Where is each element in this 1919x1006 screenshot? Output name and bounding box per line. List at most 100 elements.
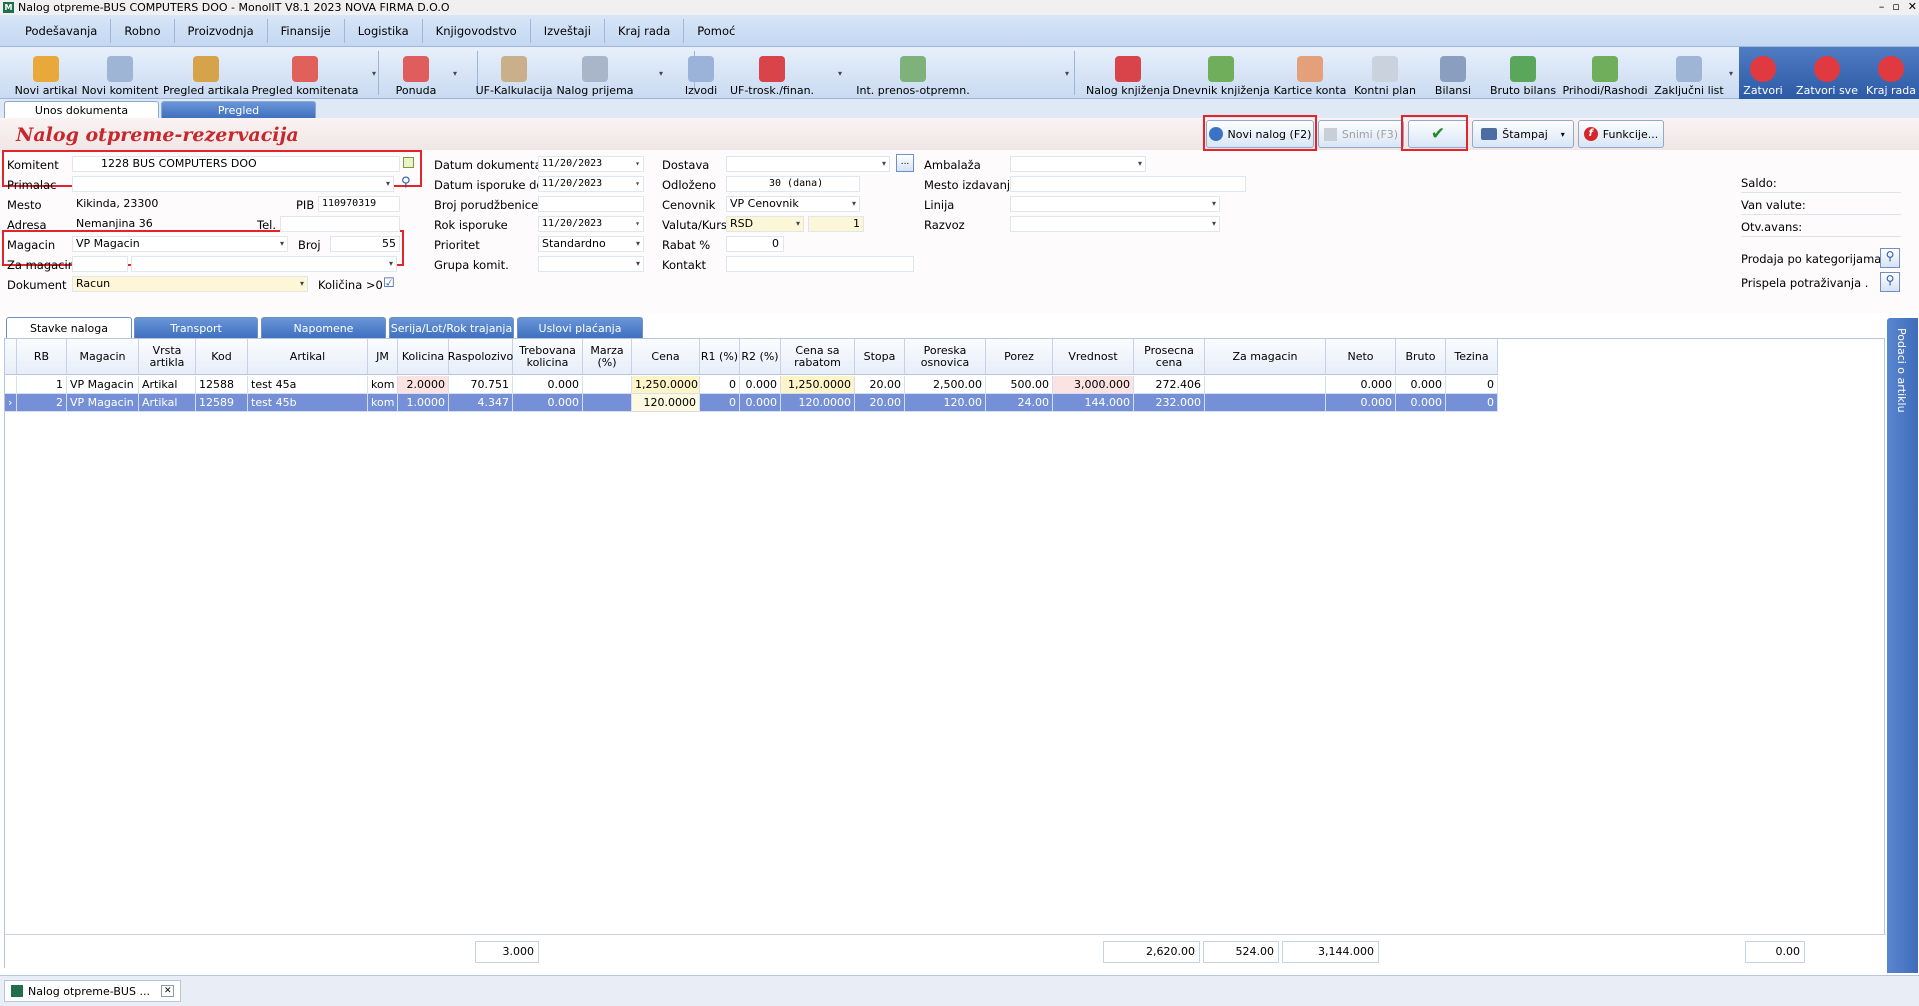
kontakt-input[interactable] [726,256,914,272]
razvoz-select[interactable]: ▾ [1010,216,1220,232]
close-tab-button[interactable]: ✕ [160,985,175,997]
valuta-select[interactable]: RSD ▾ [726,216,804,232]
toolbar-articles-button[interactable]: Pregled artikala [162,49,250,97]
table-cell[interactable]: 0 [1446,376,1498,394]
toolbar-statement-button[interactable]: Izvodi [674,49,728,97]
toolbar-cards-button[interactable]: Kartice konta [1272,49,1348,97]
menu-knjigovodstvo[interactable]: Knjigovodstvo [423,18,531,43]
menu-logistika[interactable]: Logistika [345,18,423,43]
minimize-button[interactable]: – [1879,0,1885,13]
table-cell[interactable]: Artikal [139,376,196,394]
column-header[interactable]: Bruto [1396,339,1446,374]
rok-isporuke-input[interactable]: 11/20/2023 ▾ [538,216,644,232]
table-cell[interactable]: 0.000 [1396,376,1446,394]
table-cell[interactable]: 120.0000 [781,394,855,412]
table-cell[interactable]: 20.00 [855,394,905,412]
toolbar-pie-button[interactable]: Bruto bilans [1488,49,1558,97]
toolbar-balance-button[interactable]: Bilansi [1428,49,1478,97]
prioritet-select[interactable]: Standardno ▾ [538,236,644,252]
table-cell[interactable]: 232.000 [1134,394,1205,412]
column-header[interactable]: R1 (%) [700,339,740,374]
datum-dokumenta-input[interactable]: 11/20/2023 ▾ [538,156,644,172]
chevron-down-icon[interactable]: ▾ [1065,69,1069,78]
toolbar-transfer-button[interactable]: Int. prenos-otpremn. [823,49,1003,97]
column-header[interactable]: Za magacin [1205,339,1326,374]
komitent-input[interactable]: 1228 BUS COMPUTERS DOO [72,156,400,172]
table-cell[interactable]: 120.0000 [632,394,700,412]
print-button[interactable]: Štampaj ▾ [1472,120,1574,148]
table-cell[interactable]: 0 [700,376,740,394]
search-icon[interactable]: ⚲ [401,175,411,190]
column-header[interactable]: Porez [986,339,1053,374]
chevron-down-icon[interactable]: ▾ [453,69,457,78]
column-header[interactable]: Prosecna cena [1134,339,1205,374]
table-cell[interactable]: kom [368,394,398,412]
dostava-select[interactable]: ▾ [726,156,890,172]
toolbar-box-button[interactable]: Novi artikal [6,49,86,97]
table-cell[interactable]: VP Magacin [67,394,139,412]
info-icon[interactable] [403,157,414,168]
table-cell[interactable] [1205,376,1326,394]
tab-pregled[interactable]: Pregled [161,101,316,118]
kurs-input[interactable]: 1 [808,216,864,232]
tab-unos-dokumenta[interactable]: Unos dokumenta [4,101,159,118]
table-cell[interactable]: 4.347 [449,394,513,412]
mesto-izdavanja-input[interactable] [1010,176,1246,192]
column-header[interactable]: Neto [1326,339,1396,374]
rabat-input[interactable]: 0 [726,236,784,252]
toolbar-cost-button[interactable]: UF-trosk./finan. [721,49,823,97]
column-header[interactable]: Vrednost [1053,339,1134,374]
close-window-button[interactable]: ✕ [1908,0,1917,13]
toolbar-offer-button[interactable]: Ponuda [384,49,448,97]
tab-transport[interactable]: Transport [134,317,258,338]
row-indicator[interactable] [5,376,17,394]
chevron-down-icon[interactable]: ▾ [659,69,663,78]
table-cell[interactable]: kom [368,376,398,394]
table-cell[interactable]: 144.000 [1053,394,1134,412]
dostava-browse-button[interactable]: ... [896,154,914,172]
za-magacin-code[interactable] [72,256,128,272]
table-cell[interactable]: 24.00 [986,394,1053,412]
menu-robno[interactable]: Robno [111,18,175,43]
column-header[interactable]: Vrsta artikla [139,339,196,374]
menu-kraj-rada[interactable]: Kraj rada [605,18,685,43]
table-cell[interactable]: 0.000 [513,394,583,412]
ambalaza-select[interactable]: ▾ [1010,156,1146,172]
table-cell[interactable] [583,376,632,394]
column-header[interactable]: Trebovana kolicina [513,339,583,374]
table-row[interactable]: 1 VP Magacin Artikal 12588 test 45a kom 2.0000… [5,376,1498,394]
item-details-panel[interactable]: Podaci o artiklu [1887,318,1918,973]
column-header[interactable]: Raspolozivo [448,339,513,374]
toolbar-sheet-button[interactable]: Zaključni list [1648,49,1730,97]
toolbar-receipt-button[interactable]: Nalog prijema [555,49,635,97]
row-indicator[interactable]: › [5,394,17,412]
odlozeno-input[interactable]: 30 (dana) [726,176,860,192]
kolicina-checkbox[interactable]: ☑ [383,276,395,291]
primalac-input[interactable]: ▾ [72,176,394,192]
grupa-komit-select[interactable]: ▾ [538,256,644,272]
toolbar-book-button[interactable]: Nalog knjiženja [1086,49,1170,97]
table-cell[interactable]: 0.000 [1326,394,1396,412]
table-row[interactable]: › 2 VP Magacin Artikal 12589 test 45b kom 1.000… [5,394,1498,412]
column-header[interactable]: Magacin [67,339,139,374]
column-header[interactable]: Marza (%) [583,339,632,374]
linija-select[interactable]: ▾ [1010,196,1220,212]
toolbar-close-x-button[interactable]: Zatvori [1733,49,1793,97]
broj-input[interactable]: 55 [330,236,400,252]
toolbar-close-all-button[interactable]: Zatvori sve [1796,49,1858,97]
column-header[interactable]: Cena [632,339,700,374]
toolbar-income-button[interactable]: Prihodi/Rashodi [1562,49,1648,97]
table-cell[interactable]: test 45a [248,376,368,394]
column-header[interactable]: R2 (%) [740,339,781,374]
table-cell[interactable]: 0.000 [1326,376,1396,394]
column-header[interactable]: Kod [196,339,248,374]
table-cell[interactable]: 0.000 [1396,394,1446,412]
column-header[interactable]: JM [368,339,398,374]
menu-finansije[interactable]: Finansije [268,18,345,43]
open-window-tab[interactable]: Nalog otpreme-BUS ... ✕ [4,980,182,1002]
table-cell[interactable]: 0.000 [513,376,583,394]
table-cell[interactable]: 0 [1446,394,1498,412]
table-cell[interactable]: 12589 [196,394,248,412]
table-cell[interactable]: 272.406 [1134,376,1205,394]
search-icon[interactable]: ⚲ [1880,272,1900,292]
